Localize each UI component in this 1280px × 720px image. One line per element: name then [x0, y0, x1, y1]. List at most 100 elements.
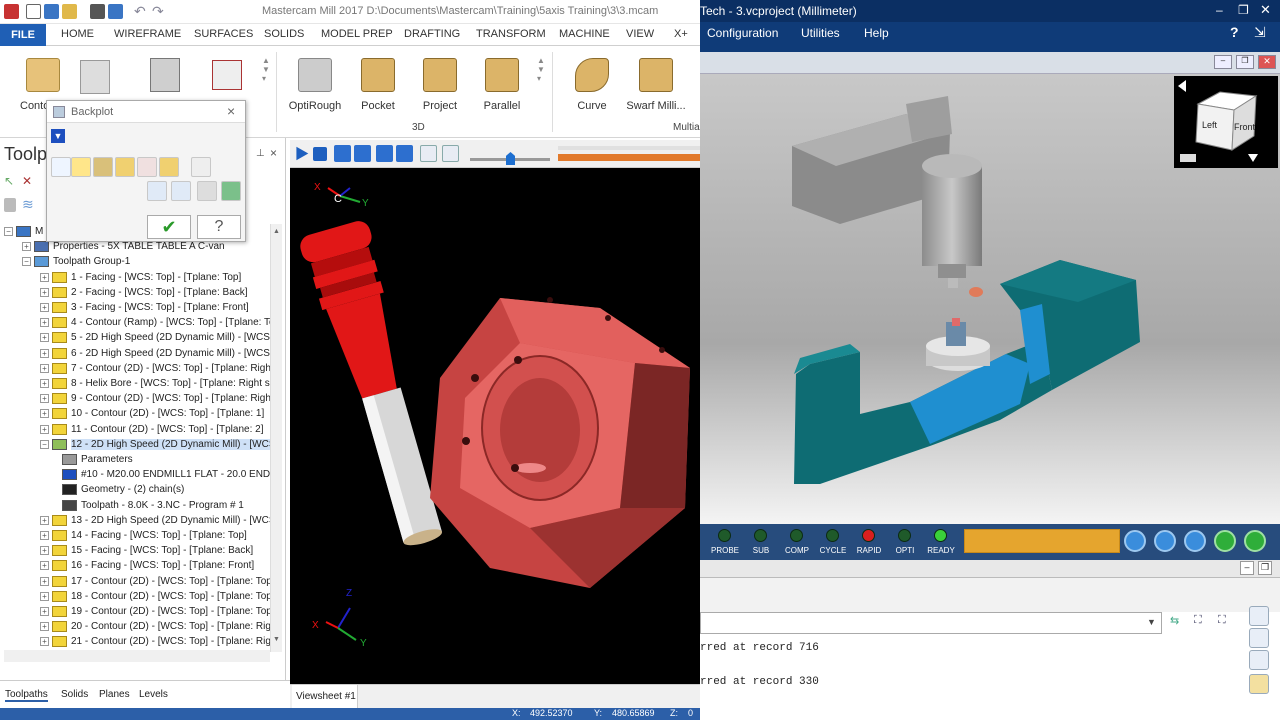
- log-restore-icon[interactable]: ❐: [1258, 561, 1272, 575]
- tree-operation[interactable]: +13 - 2D High Speed (2D Dynamic Mill) - …: [40, 513, 272, 528]
- tab-wireframe[interactable]: WIREFRAME: [114, 28, 181, 40]
- expand-toggle-icon[interactable]: +: [40, 409, 49, 419]
- dynamic-mill-icon[interactable]: [150, 58, 180, 92]
- optirough-button[interactable]: OptiRough: [285, 54, 345, 112]
- tree-operation-detail[interactable]: Toolpath - 8.0K - 3.NC - Program # 1: [62, 498, 244, 513]
- undo-icon[interactable]: ↶: [134, 3, 146, 20]
- path-filter-icon[interactable]: [171, 181, 191, 201]
- play-icon[interactable]: [296, 146, 309, 161]
- log-minimize-icon[interactable]: –: [1240, 561, 1254, 575]
- tree-root[interactable]: − M: [4, 224, 43, 239]
- expand-toggle-icon[interactable]: +: [40, 531, 49, 540]
- new-file-icon[interactable]: [26, 4, 41, 19]
- menu-configuration[interactable]: Configuration: [707, 26, 778, 40]
- lock-icon[interactable]: [4, 198, 16, 212]
- trail-icon[interactable]: [420, 145, 437, 162]
- view-minimize-icon[interactable]: –: [1214, 55, 1232, 69]
- tree-operation-detail[interactable]: Geometry - (2) chain(s): [62, 482, 184, 497]
- tab-view[interactable]: VIEW: [626, 28, 654, 40]
- expand-toggle-icon[interactable]: +: [40, 515, 49, 525]
- ribbon-scroll-2d[interactable]: ▲ ▼ ▾: [262, 56, 270, 116]
- log-side-icon-1[interactable]: [1249, 606, 1269, 626]
- progress-bar[interactable]: [558, 154, 700, 161]
- log-side-icon-3[interactable]: [1249, 650, 1269, 670]
- expand-toggle-icon[interactable]: −: [40, 439, 49, 449]
- expand-toggle-icon[interactable]: +: [40, 546, 49, 556]
- expand-toggle-icon[interactable]: +: [40, 394, 49, 404]
- tab-home[interactable]: HOME: [61, 28, 94, 40]
- display-rapid-icon[interactable]: [115, 157, 135, 177]
- tree-operation[interactable]: +4 - Contour (Ramp) - [WCS: Top] - [Tpla…: [40, 315, 272, 330]
- expand-toggle-icon[interactable]: +: [40, 333, 49, 343]
- tree-operation[interactable]: +17 - Contour (2D) - [WCS: Top] - [Tplan…: [40, 574, 272, 589]
- step-icon[interactable]: [147, 181, 167, 201]
- tree-vertical-scrollbar[interactable]: ▲ ▼: [270, 224, 282, 652]
- tab-viewsheet-1[interactable]: Viewsheet #1: [292, 685, 358, 709]
- expand-toggle-icon[interactable]: +: [40, 272, 49, 282]
- tree-operation[interactable]: +5 - 2D High Speed (2D Dynamic Mill) - […: [40, 330, 272, 345]
- display-tool-icon[interactable]: [71, 157, 91, 177]
- tree-operation[interactable]: +18 - Contour (2D) - [WCS: Top] - [Tplan…: [40, 589, 272, 604]
- display-endpoints-icon[interactable]: [159, 157, 179, 177]
- vericut-minimize-icon[interactable]: –: [1216, 3, 1223, 17]
- stop-icon[interactable]: [313, 147, 327, 161]
- drill-icon[interactable]: [80, 60, 110, 94]
- expand-toggle-icon[interactable]: −: [4, 227, 13, 236]
- speed-slider-thumb[interactable]: [506, 152, 515, 165]
- display-entity-icon[interactable]: [137, 157, 157, 177]
- info-icon[interactable]: [191, 157, 211, 177]
- menu-help[interactable]: Help: [864, 26, 889, 40]
- log-side-icon-4[interactable]: [1249, 674, 1269, 694]
- tree-operation[interactable]: +1 - Facing - [WCS: Top] - [Tplane: Top]: [40, 270, 241, 285]
- tree-operation[interactable]: +20 - Contour (2D) - [WCS: Top] - [Tplan…: [40, 619, 272, 634]
- tree-operation[interactable]: +2 - Facing - [WCS: Top] - [Tplane: Back…: [40, 285, 248, 300]
- find-next-icon[interactable]: ⛶: [1218, 614, 1236, 632]
- expand-toggle-icon[interactable]: +: [40, 424, 49, 434]
- expand-toggle-icon[interactable]: +: [40, 303, 49, 312]
- step-icon[interactable]: [1214, 530, 1236, 552]
- tree-operation[interactable]: +6 - 2D High Speed (2D Dynamic Mill) - […: [40, 346, 272, 361]
- reset-icon[interactable]: [1124, 530, 1146, 552]
- graphics-viewport[interactable]: X Y C Z X Y: [290, 168, 700, 684]
- tab-machine[interactable]: MACHINE: [559, 28, 610, 40]
- tab-surfaces[interactable]: SURFACES: [194, 28, 253, 40]
- tree-operation[interactable]: +19 - Contour (2D) - [WCS: Top] - [Tplan…: [40, 604, 272, 619]
- project-button[interactable]: Project: [410, 54, 470, 112]
- expand-toggle-icon[interactable]: +: [40, 576, 49, 586]
- tool-icon[interactable]: [442, 145, 459, 162]
- tree-horizontal-scrollbar[interactable]: [4, 650, 270, 662]
- expand-toggle-icon[interactable]: +: [40, 607, 49, 616]
- fast-forward-icon[interactable]: [396, 145, 413, 162]
- tree-operation[interactable]: +15 - Facing - [WCS: Top] - [Tplane: Bac…: [40, 543, 253, 558]
- print-icon[interactable]: [90, 4, 105, 19]
- pin-icon[interactable]: ⊥: [256, 148, 265, 159]
- expand-toggle-icon[interactable]: +: [40, 591, 49, 601]
- step-forward-icon[interactable]: [376, 145, 393, 162]
- help-button[interactable]: ?: [197, 215, 241, 239]
- tree-operation[interactable]: +9 - Contour (2D) - [WCS: Top] - [Tplane…: [40, 391, 272, 406]
- rewind-icon[interactable]: [1154, 530, 1176, 552]
- expand-toggle-icon[interactable]: +: [40, 363, 49, 373]
- expand-toggle-icon[interactable]: +: [40, 318, 49, 328]
- pocket-button[interactable]: Pocket: [348, 54, 408, 112]
- tab-solids-manager[interactable]: Solids: [61, 689, 88, 700]
- open-icon[interactable]: [62, 4, 77, 19]
- machine-simulation-view[interactable]: Left Front: [700, 74, 1280, 524]
- vericut-restore-icon[interactable]: ❐: [1238, 3, 1249, 17]
- expand-toggle-icon[interactable]: +: [40, 637, 49, 647]
- tab-levels[interactable]: Levels: [139, 689, 168, 700]
- tree-operation[interactable]: +14 - Facing - [WCS: Top] - [Tplane: Top…: [40, 528, 247, 543]
- view-restore-icon[interactable]: ❐: [1236, 55, 1254, 69]
- expand-toggle-icon[interactable]: +: [40, 348, 49, 358]
- tree-operation[interactable]: +16 - Facing - [WCS: Top] - [Tplane: Fro…: [40, 558, 254, 573]
- expand-toggle-icon[interactable]: −: [22, 257, 31, 267]
- tab-solids[interactable]: SOLIDS: [264, 28, 304, 40]
- save-icon[interactable]: [44, 4, 59, 19]
- ok-button[interactable]: ✔: [147, 215, 191, 239]
- wave-icon[interactable]: ≋: [22, 196, 34, 213]
- tree-operation[interactable]: +8 - Helix Bore - [WCS: Top] - [Tplane: …: [40, 376, 272, 391]
- tree-toolpath-group[interactable]: − Toolpath Group-1: [22, 254, 130, 269]
- tree-operation-detail[interactable]: Parameters: [62, 452, 133, 467]
- expand-toggle-icon[interactable]: +: [22, 242, 31, 252]
- parallel-button[interactable]: Parallel: [472, 54, 532, 112]
